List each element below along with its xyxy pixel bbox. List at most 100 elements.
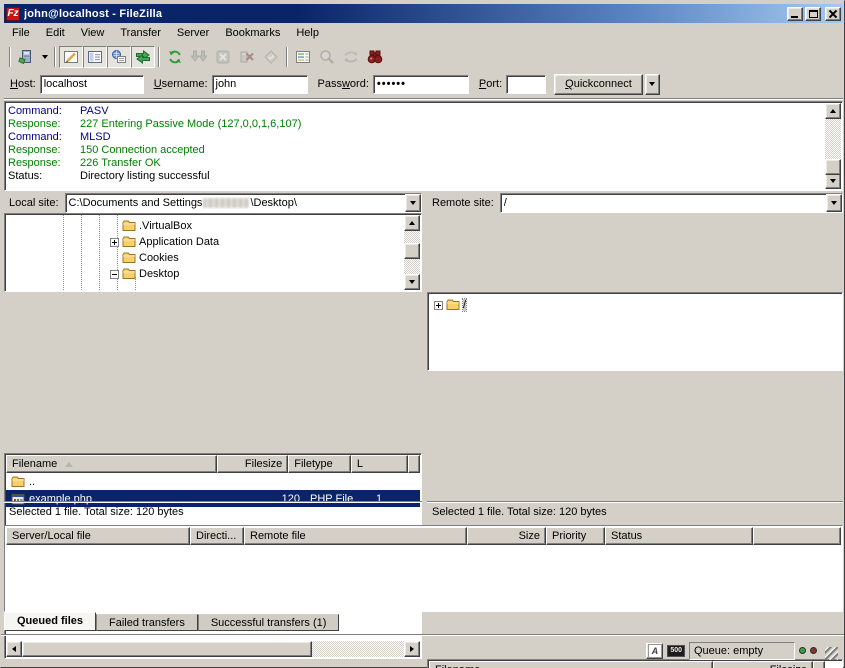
local-tree-scrollbar[interactable]: [404, 215, 420, 290]
tree-item--virtualbox[interactable]: .VirtualBox: [110, 218, 418, 234]
remote-tree-items: /: [429, 294, 841, 369]
host-input[interactable]: localhost: [40, 75, 144, 94]
queue-column-status[interactable]: Status: [605, 527, 753, 545]
folder-icon: [122, 235, 136, 249]
username-input[interactable]: john: [212, 75, 308, 94]
directory-comparison-icon: [319, 49, 335, 65]
menu-item-view[interactable]: View: [73, 25, 113, 42]
title-bar[interactable]: Fz john@localhost - FileZilla: [4, 4, 843, 23]
log-line-text: PASV: [80, 105, 109, 118]
quickconnect-button[interactable]: Quickconnect: [554, 74, 643, 95]
toolbar-separator: [9, 47, 11, 67]
tree-item-root[interactable]: /: [434, 297, 839, 313]
scroll-down-button[interactable]: [825, 173, 841, 189]
collapse-minus-icon[interactable]: [110, 270, 119, 279]
maximize-icon: [809, 10, 818, 18]
queue-column-filler: [753, 527, 841, 545]
local-site-combo[interactable]: C:\Documents and Settings\Desktop\: [65, 193, 422, 213]
tree-guide-line: [99, 215, 100, 290]
triangle-up-icon: [830, 109, 836, 113]
local-site-dropdown-button[interactable]: [405, 194, 421, 212]
refresh-icon: [167, 49, 183, 65]
file-cell-filename: ..: [6, 473, 230, 490]
tree-item-desktop[interactable]: Desktop: [110, 266, 418, 282]
close-button[interactable]: [825, 7, 841, 21]
log-line-text: 226 Transfer OK: [80, 157, 161, 170]
menu-item-transfer[interactable]: Transfer: [112, 25, 169, 42]
column-header-label: Filesize: [245, 458, 282, 470]
expand-plus-icon[interactable]: [434, 301, 443, 310]
folder-icon: [122, 235, 136, 249]
menu-item-help[interactable]: Help: [288, 25, 327, 42]
reconnect-button: [259, 46, 283, 68]
column-header-label: Remote file: [250, 530, 306, 542]
minimize-button[interactable]: [787, 7, 803, 21]
message-log-scrollbar[interactable]: [825, 103, 841, 189]
expand-plus-icon[interactable]: [110, 238, 119, 247]
remote-site-dropdown-button[interactable]: [826, 194, 842, 212]
data-type-indicator[interactable]: A: [646, 643, 663, 659]
tree-connector: [110, 254, 119, 263]
filezilla-window: Fz john@localhost - FileZilla FileEditVi…: [0, 0, 845, 668]
column-header-filetype[interactable]: Filetype: [288, 455, 351, 473]
toggle-remote-tree-button[interactable]: [107, 46, 131, 68]
log-line: Response:150 Connection accepted: [8, 144, 825, 157]
find-files-button[interactable]: [363, 46, 387, 68]
port-input[interactable]: [506, 75, 546, 94]
folder-icon: [11, 475, 25, 489]
column-header-label: Directi...: [196, 530, 236, 542]
queue-column-server-local-file[interactable]: Server/Local file: [6, 527, 190, 545]
file-cell-filesize: [230, 473, 305, 490]
directory-filter-button[interactable]: [291, 46, 315, 68]
minimize-icon: [791, 16, 798, 18]
menu-item-file[interactable]: File: [4, 25, 38, 42]
refresh-button[interactable]: [163, 46, 187, 68]
site-manager-dropdown-button[interactable]: [38, 46, 51, 68]
find-files-icon: [367, 49, 383, 65]
tab-failed-transfers[interactable]: Failed transfers: [96, 614, 198, 631]
remote-site-combo[interactable]: /: [500, 193, 843, 213]
menu-item-bookmarks[interactable]: Bookmarks: [217, 25, 288, 42]
menu-item-server[interactable]: Server: [169, 25, 217, 42]
resize-grip[interactable]: [825, 647, 838, 660]
speed-limit-indicator[interactable]: 500: [667, 645, 685, 657]
tree-item-label: .VirtualBox: [139, 220, 192, 232]
password-input[interactable]: ••••••: [373, 75, 469, 94]
site-manager-button[interactable]: [14, 46, 38, 68]
scroll-up-button[interactable]: [825, 103, 841, 119]
folder-icon: [122, 219, 136, 233]
cancel-operation-button: [211, 46, 235, 68]
tree-item-label: Application Data: [139, 236, 219, 248]
tab-successful-transfers-1-[interactable]: Successful transfers (1): [198, 614, 340, 631]
scrollbar-thumb[interactable]: [825, 159, 841, 175]
toggle-local-tree-button[interactable]: [83, 46, 107, 68]
site-manager-icon: [18, 49, 34, 65]
triangle-up-icon: [409, 221, 415, 225]
quickconnect-dropdown-button[interactable]: [645, 74, 660, 95]
queue-column-priority[interactable]: Priority: [546, 527, 605, 545]
maximize-button[interactable]: [805, 7, 821, 21]
remote-site-label: Remote site:: [427, 197, 500, 209]
queue-column-directi-[interactable]: Directi...: [190, 527, 244, 545]
disconnect-button: [235, 46, 259, 68]
column-header-label: Priority: [552, 530, 586, 542]
menu-item-edit[interactable]: Edit: [38, 25, 73, 42]
file-row[interactable]: ..: [6, 473, 420, 490]
column-header-filename[interactable]: Filename: [6, 455, 217, 473]
tree-item-cookies[interactable]: Cookies: [110, 250, 418, 266]
tab-queued-files[interactable]: Queued files: [4, 612, 96, 631]
toggle-transfer-queue-button[interactable]: [131, 46, 155, 68]
local-site-path: C:\Documents and Settings\Desktop\: [69, 197, 403, 209]
tree-item-application-data[interactable]: Application Data: [110, 234, 418, 250]
queue-column-remote-file[interactable]: Remote file: [244, 527, 467, 545]
log-line-label: Command:: [8, 105, 80, 118]
column-header-filesize[interactable]: Filesize: [217, 455, 288, 473]
column-header-l[interactable]: L: [351, 455, 408, 473]
column-header-label: L: [357, 458, 363, 470]
queue-column-size[interactable]: Size: [467, 527, 546, 545]
column-header-label: Size: [519, 530, 540, 542]
scrollbar-thumb[interactable]: [404, 243, 420, 259]
scroll-up-button[interactable]: [404, 215, 420, 231]
scroll-down-button[interactable]: [404, 274, 420, 290]
toggle-message-log-button[interactable]: [59, 46, 83, 68]
